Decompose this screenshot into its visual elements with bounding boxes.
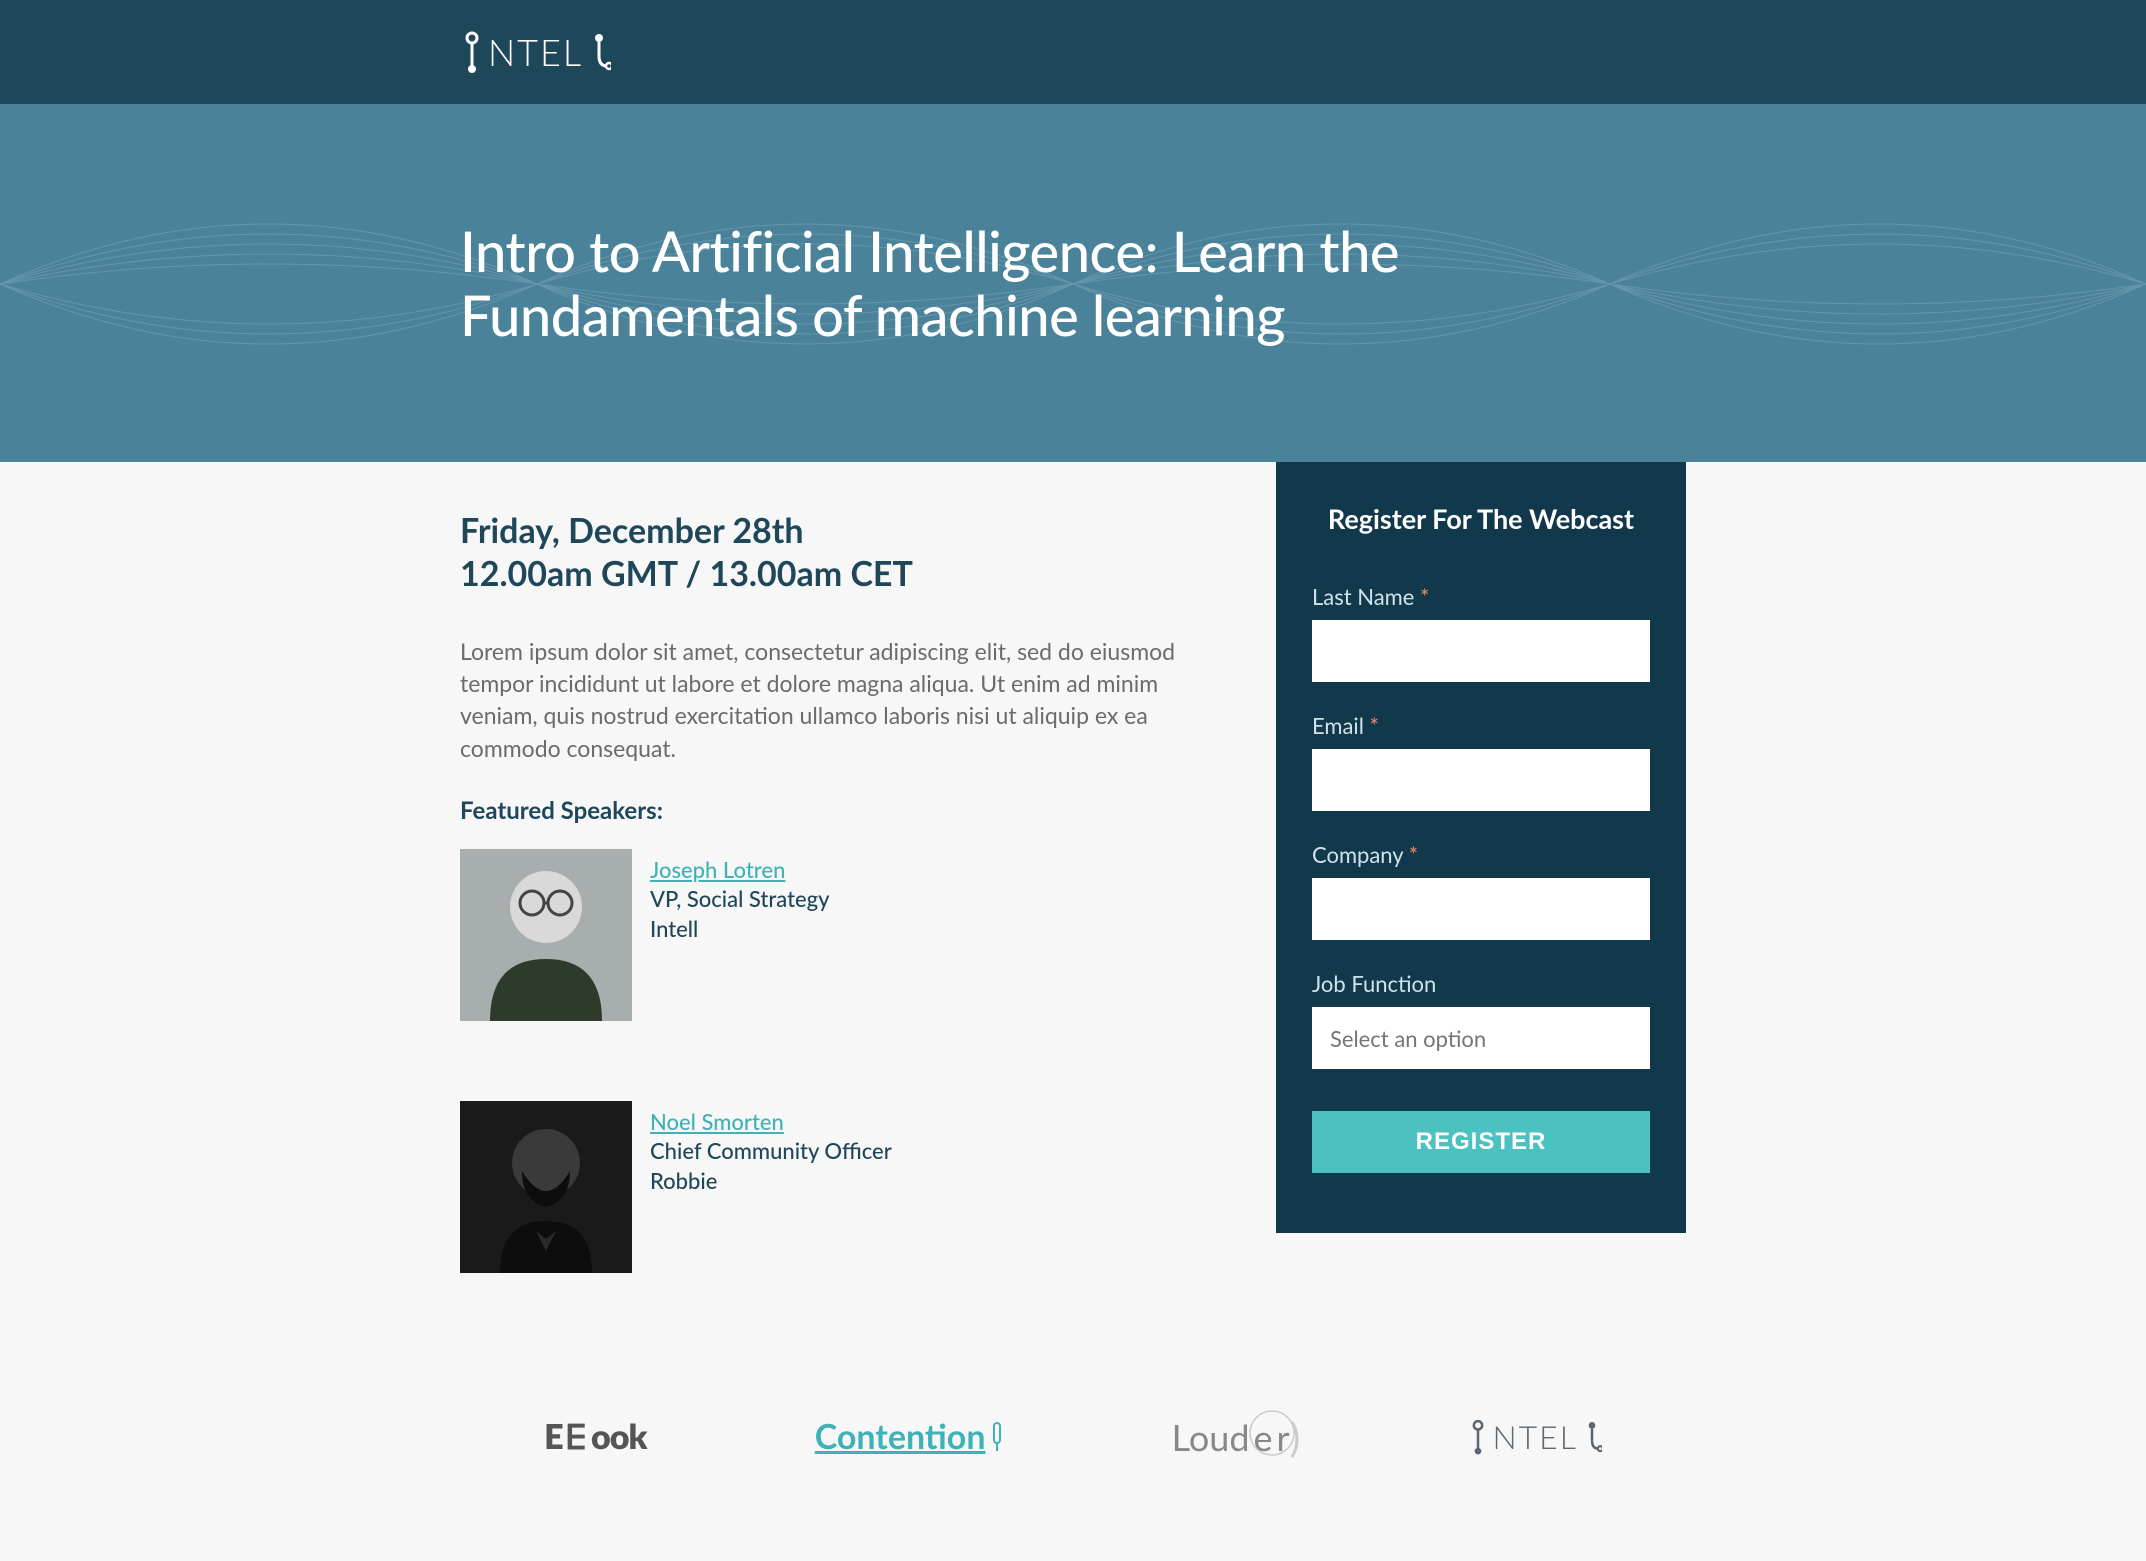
- brand-name: NTEL: [488, 30, 583, 74]
- brand-louder: Louder) Louder: [1172, 1413, 1301, 1461]
- company-input[interactable]: [1312, 878, 1650, 940]
- page-title: Intro to Artificial Intelligence: Learn …: [460, 219, 1640, 348]
- speaker-card: Noel Smorten Chief Community Officer Rob…: [460, 1101, 1206, 1273]
- required-asterisk: *: [1409, 841, 1418, 868]
- louder-circle-icon: [1248, 1409, 1296, 1457]
- hero: Intro to Artificial Intelligence: Learn …: [0, 104, 2146, 462]
- label-email: Email *: [1312, 712, 1650, 739]
- brand-logo[interactable]: NTEL: [460, 30, 1686, 74]
- label-job-function: Job Function: [1312, 970, 1650, 997]
- field-email: Email *: [1312, 712, 1650, 811]
- event-datetime: Friday, December 28th 12.00am GMT / 13.0…: [460, 510, 1206, 595]
- event-description: Lorem ipsum dolor sit amet, consectetur …: [460, 635, 1206, 764]
- brand-intell: NTEL: [1468, 1417, 1601, 1456]
- brand-ebook: E∃EBookook: [544, 1416, 646, 1458]
- event-time: 12.00am GMT / 13.00am CET: [460, 553, 1206, 596]
- avatar: [460, 849, 632, 1021]
- topbar: NTEL: [0, 0, 2146, 104]
- speaker-name-link[interactable]: Joseph Lotren: [650, 856, 785, 883]
- form-title: Register For The Webcast: [1312, 502, 1650, 535]
- label-company: Company *: [1312, 841, 1650, 868]
- logo-glyph-icon: [1582, 1418, 1602, 1456]
- field-job-function: Job Function: [1312, 970, 1650, 1069]
- registration-form: Register For The Webcast Last Name * Ema…: [1276, 462, 1686, 1233]
- email-input[interactable]: [1312, 749, 1650, 811]
- event-date: Friday, December 28th: [460, 510, 1206, 553]
- last-name-input[interactable]: [1312, 620, 1650, 682]
- speaker-title: VP, Social Strategy: [650, 884, 830, 914]
- field-last-name: Last Name *: [1312, 583, 1650, 682]
- speaker-title: Chief Community Officer: [650, 1136, 892, 1166]
- avatar: [460, 1101, 632, 1273]
- logo-glyph-icon: [1468, 1418, 1488, 1456]
- field-company: Company *: [1312, 841, 1650, 940]
- brand-contention: Contention: [815, 1416, 1004, 1457]
- logo-glyph-icon: [587, 30, 611, 74]
- required-asterisk: *: [1370, 712, 1379, 739]
- speaker-org: Robbie: [650, 1166, 892, 1196]
- speaker-name-link[interactable]: Noel Smorten: [650, 1108, 784, 1135]
- event-details: Friday, December 28th 12.00am GMT / 13.0…: [460, 462, 1266, 1353]
- label-last-name: Last Name *: [1312, 583, 1650, 610]
- logo-glyph-icon: [460, 30, 484, 74]
- partner-logos: E∃EBookook Contention Louder) Louder NTE…: [460, 1353, 1686, 1561]
- featured-speakers-heading: Featured Speakers:: [460, 796, 1206, 825]
- main-content: Friday, December 28th 12.00am GMT / 13.0…: [460, 462, 1686, 1353]
- speaker-card: Joseph Lotren VP, Social Strategy Intell: [460, 849, 1206, 1021]
- required-asterisk: *: [1420, 583, 1429, 610]
- job-function-select[interactable]: [1312, 1007, 1650, 1069]
- register-button[interactable]: REGISTER: [1312, 1111, 1650, 1173]
- speaker-org: Intell: [650, 914, 830, 944]
- contention-icon: [990, 1421, 1004, 1453]
